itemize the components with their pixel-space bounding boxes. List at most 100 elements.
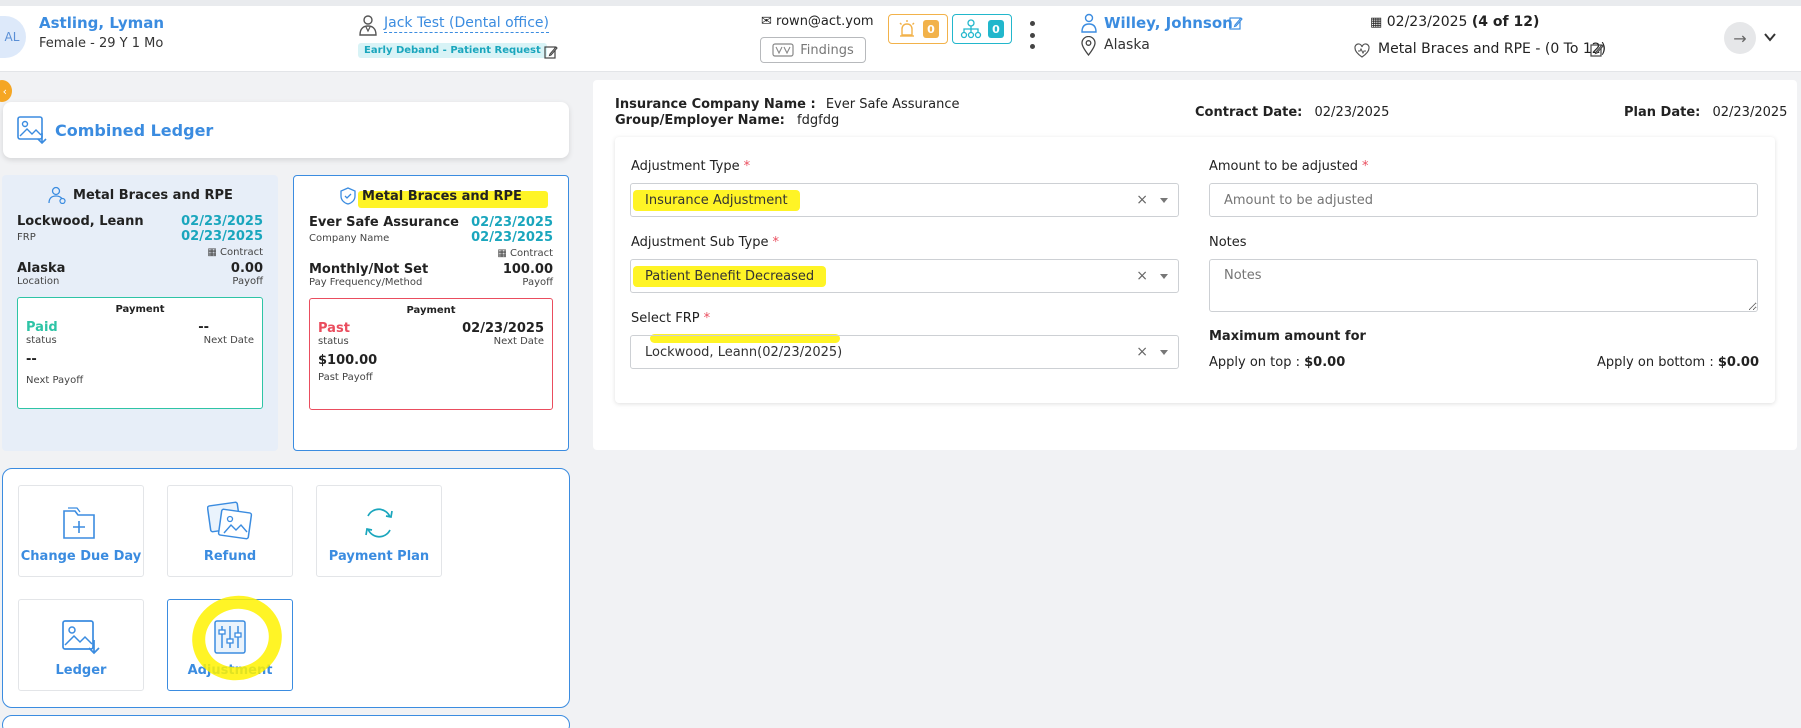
refund-images-icon [207,501,253,540]
ledger-icon [62,620,100,655]
adjustment-type-select[interactable]: Insurance Adjustment × [630,183,1179,217]
change-due-day-label: Change Due Day [20,549,142,564]
payment-plan-label: Payment Plan [328,549,430,564]
apply-top-label: Apply on top : [1209,355,1300,370]
ins-company-label: Company Name [309,233,390,244]
ins-status: Past [318,321,350,336]
more-menu-icon[interactable] [1024,21,1040,49]
findings-label: Findings [800,42,854,58]
plan-date-value: 02/23/2025 [1712,105,1788,120]
ins-frequency-label: Pay Frequency/Method [309,277,423,288]
ins-card-title-text: Metal Braces and RPE [358,189,548,208]
treatment-plan: Metal Braces and RPE - (0 To 12) [1378,41,1607,57]
frp-payoff-label: Payoff [232,276,263,287]
doctor-link[interactable]: Jack Test (Dental office) [384,15,549,33]
caret-down-icon[interactable] [1160,274,1168,279]
caret-down-icon[interactable] [1160,198,1168,203]
frp-name: Lockwood, Leann [17,214,144,229]
combined-ledger-card[interactable]: Combined Ledger [3,102,569,158]
ins-past-payoff: $100.00 [318,353,378,368]
clear-icon[interactable]: × [1136,344,1148,360]
collapse-sidebar-icon[interactable]: ‹ [0,80,12,102]
ledger-label: Ledger [55,663,107,678]
frp-next-payoff-label: Next Payoff [26,375,84,386]
select-frp-label: Select FRP * [631,311,711,326]
responsible-name[interactable]: Willey, Johnson [1104,14,1233,32]
ins-date1: 02/23/2025 [471,215,553,230]
chevron-down-icon[interactable] [1763,30,1777,44]
ins-contract: ▦ Contract [497,248,553,259]
caret-down-icon[interactable] [1160,350,1168,355]
date-value: 02/23/2025 [1386,14,1468,30]
findings-icon [772,43,794,57]
ins-company: Ever Safe Assurance [309,215,459,230]
folder-add-icon [63,507,95,539]
avatar[interactable]: AL [0,16,26,58]
frp-status: Paid [26,320,58,335]
ins-next-date-label: Next Date [493,336,544,347]
edit-icon[interactable] [544,45,558,59]
insurance-company-value: Ever Safe Assurance [825,97,960,112]
apply-top-value: $0.00 [1304,355,1346,370]
responsible-person-icon [1081,13,1097,33]
frp-status-label: status [26,335,57,346]
alerts-button[interactable]: 0 [888,14,948,44]
notes-textarea[interactable] [1209,259,1758,312]
apply-top: Apply on top : $0.00 [1209,355,1345,370]
calendar-icon: ▦ [497,248,510,259]
apply-bottom: Apply on bottom : $0.00 [1597,355,1759,370]
adjustment-panel: Insurance Company Name : Ever Safe Assur… [593,80,1797,450]
edit-responsible-icon[interactable] [1229,16,1243,30]
frp-card-title: Metal Braces and RPE [17,186,263,204]
select-frp-select[interactable]: Lockwood, Leann(02/23/2025) × [630,335,1179,369]
ins-next-date: 02/23/2025 [462,321,544,336]
patient-header: AL Astling, Lyman Female - 29 Y 1 Mo Jac… [0,6,1801,72]
ledger-image-icon [17,116,47,144]
refund-button[interactable]: Refund [167,485,293,577]
contract-date-label: Contract Date: [1195,105,1303,120]
findings-button[interactable]: Findings [760,37,866,63]
ins-payoff-label: Payoff [522,277,553,288]
insurance-company-label: Insurance Company Name : [615,97,816,112]
payment-plan-button[interactable]: Payment Plan [316,485,442,577]
ins-status-label: status [318,336,349,347]
insurance-company-line: Insurance Company Name : Ever Safe Assur… [615,97,960,112]
ledger-button[interactable]: Ledger [18,599,144,691]
change-due-day-button[interactable]: Change Due Day [18,485,144,577]
refresh-icon [365,508,393,538]
frp-summary-card[interactable]: Metal Braces and RPE Lockwood, Leann 02/… [2,175,278,451]
network-button[interactable]: 0 [952,14,1012,44]
frp-next-date: -- [198,320,209,335]
shield-icon [340,187,356,205]
ins-past-payoff-label: Past Payoff [318,372,373,383]
heart-icon [1354,43,1370,58]
plan-date-line: Plan Date: 02/23/2025 [1624,105,1787,120]
patient-name[interactable]: Astling, Lyman [39,14,164,32]
patient-info: Female - 29 Y 1 Mo [39,36,164,51]
group-label: Group/Employer Name: [615,113,785,128]
apply-bottom-value: $0.00 [1717,355,1759,370]
ins-payment-head: Payment [406,305,456,316]
amount-input[interactable] [1209,183,1758,217]
appointment-date: ▦ 02/23/2025 (4 of 12) [1370,14,1539,30]
adjustment-sub-type-value: Patient Benefit Decreased [632,265,827,287]
edit-plan-icon[interactable] [1590,43,1604,57]
max-amount-label: Maximum amount for [1209,329,1366,344]
visit-counter: (4 of 12) [1471,14,1540,30]
clear-icon[interactable]: × [1136,268,1148,284]
location-pin-icon [1081,36,1096,56]
doctor-icon [359,15,377,36]
notes-label: Notes [1209,235,1247,250]
clear-icon[interactable]: × [1136,192,1148,208]
alarm-icon [899,20,915,37]
insurance-summary-card[interactable]: Metal Braces and RPE Ever Safe Assurance… [293,175,569,451]
arrow-right-icon[interactable]: → [1724,22,1756,54]
select-frp-value: Lockwood, Leann(02/23/2025) [645,344,843,360]
frp-role: FRP [17,232,36,243]
ledger-actions-panel: Change Due Day Refund Payment Plan Ledge… [2,468,570,708]
adjustment-sub-type-select[interactable]: Patient Benefit Decreased × [630,259,1179,293]
person-icon [48,186,66,204]
adjustment-form: Adjustment Type * Insurance Adjustment × … [615,137,1775,403]
combined-ledger-title: Combined Ledger [55,120,214,140]
network-count: 0 [988,20,1004,38]
